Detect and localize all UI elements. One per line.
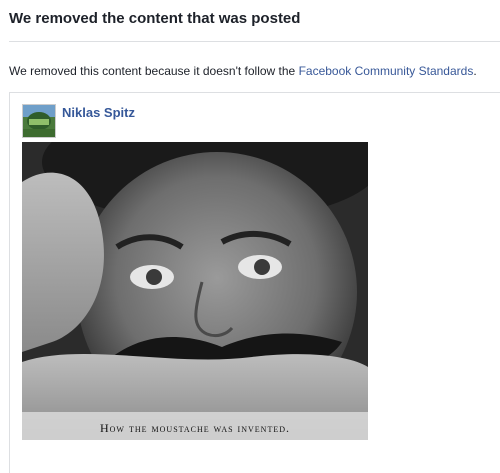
notice-suffix: . <box>473 64 477 78</box>
divider <box>9 41 500 42</box>
post-image[interactable]: How the moustache was invented. <box>22 102 382 440</box>
avatar-image <box>23 105 55 137</box>
moustache-photo <box>22 102 382 440</box>
author-name[interactable]: Niklas Spitz <box>62 105 135 120</box>
avatar[interactable] <box>22 104 56 138</box>
removal-notice: We removed this content because it doesn… <box>9 64 477 78</box>
image-caption: How the moustache was invented. <box>99 421 290 435</box>
notice-text: We removed this content because it doesn… <box>9 64 299 78</box>
page-title: We removed the content that was posted <box>9 10 301 27</box>
community-standards-link[interactable]: Facebook Community Standards <box>299 64 474 78</box>
